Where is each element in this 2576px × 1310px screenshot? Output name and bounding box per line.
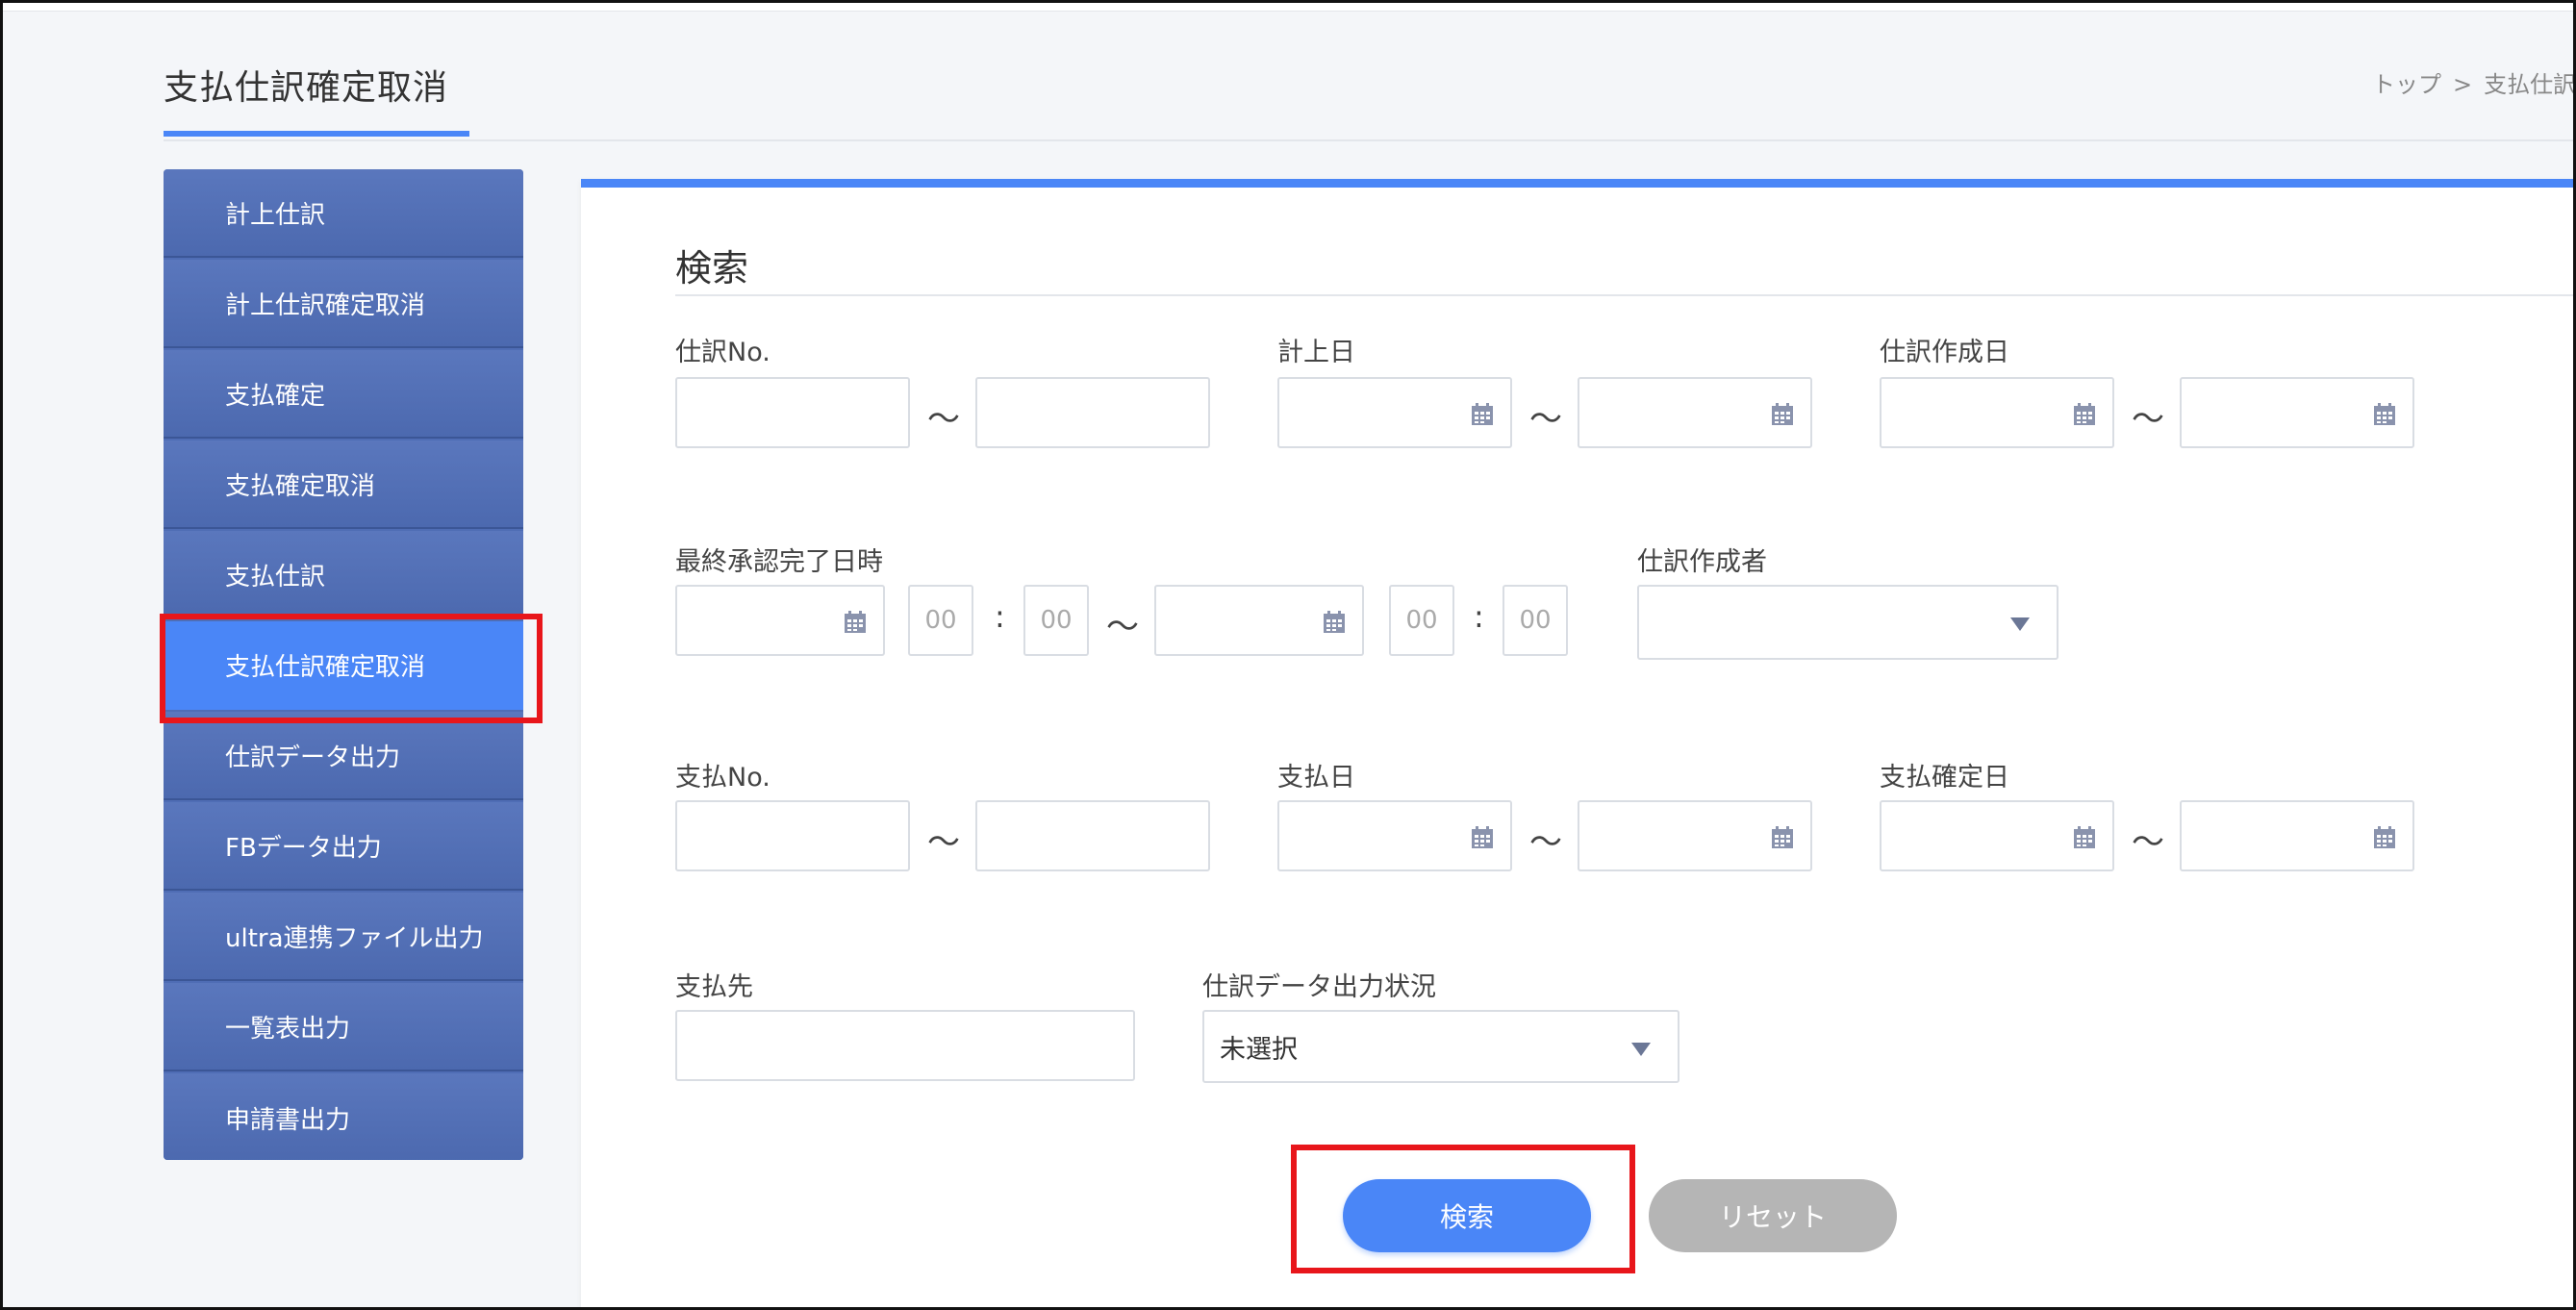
breadcrumb-current: 支払仕訳: [2484, 71, 2576, 98]
calendar-icon[interactable]: [1470, 402, 1495, 427]
sidebar: 計上仕訳 計上仕訳確定取消 支払確定 支払確定取消 支払仕訳 支払仕訳確定取消 …: [164, 169, 523, 1160]
posting-date-label: 計上日: [1277, 338, 1355, 367]
payment-no-label: 支払No.: [675, 763, 770, 793]
final-approval-to-minute-input[interactable]: 00: [1503, 585, 1568, 656]
reset-button[interactable]: リセット: [1649, 1179, 1897, 1252]
search-section-divider: [675, 294, 2576, 296]
final-approval-range-tilde: ～: [1106, 608, 1139, 646]
final-approval-to-date-input[interactable]: [1154, 585, 1364, 656]
breadcrumb-top-link[interactable]: トップ: [2372, 71, 2441, 98]
payment-no-to-input[interactable]: [975, 800, 1210, 871]
journal-no-to-input[interactable]: [975, 377, 1210, 448]
final-approval-from-hour-input[interactable]: 00: [908, 585, 973, 656]
sidebar-item-payment-confirm-cancel[interactable]: 支払確定取消: [164, 441, 523, 529]
posting-date-range-tilde: ～: [1529, 400, 1562, 439]
payment-confirmed-date-from-input[interactable]: [1880, 800, 2114, 871]
journal-output-status-value: 未選択: [1220, 1034, 1298, 1065]
top-strip: [0, 0, 2576, 12]
payee-input[interactable]: [675, 1010, 1135, 1081]
payment-date-to-input[interactable]: [1578, 800, 1812, 871]
journal-output-status-label: 仕訳データ出力状況: [1202, 972, 1436, 1002]
time-colon: :: [995, 598, 1005, 635]
sidebar-item-posting-journal[interactable]: 計上仕訳: [164, 169, 523, 258]
header-divider: [164, 139, 2576, 141]
final-approval-label: 最終承認完了日時: [675, 547, 883, 577]
breadcrumb-separator: >: [2453, 71, 2473, 98]
payment-date-range-tilde: ～: [1529, 823, 1562, 862]
chevron-down-icon: [2010, 617, 2030, 631]
final-approval-from-minute-input[interactable]: 00: [1023, 585, 1089, 656]
journal-creator-label: 仕訳作成者: [1637, 547, 1767, 577]
search-button[interactable]: 検索: [1343, 1179, 1591, 1252]
page-title: 支払仕訳確定取消: [164, 68, 449, 108]
sidebar-item-journal-data-output[interactable]: 仕訳データ出力: [164, 712, 523, 800]
final-approval-from-date-input[interactable]: [675, 585, 885, 656]
posting-date-to-input[interactable]: [1578, 377, 1812, 448]
journal-creator-select[interactable]: [1637, 585, 2058, 660]
payment-confirmed-date-range-tilde: ～: [2132, 823, 2164, 862]
chevron-down-icon: [1631, 1043, 1651, 1056]
sidebar-item-payment-confirm[interactable]: 支払確定: [164, 350, 523, 439]
journal-no-label: 仕訳No.: [675, 338, 770, 367]
calendar-icon[interactable]: [2372, 402, 2397, 427]
final-approval-to-hour-input[interactable]: 00: [1389, 585, 1454, 656]
calendar-icon[interactable]: [843, 610, 868, 635]
journal-created-date-range-tilde: ～: [2132, 400, 2164, 439]
calendar-icon[interactable]: [2072, 825, 2097, 850]
journal-created-date-to-input[interactable]: [2180, 377, 2414, 448]
calendar-icon[interactable]: [1770, 825, 1795, 850]
payment-date-label: 支払日: [1277, 763, 1355, 793]
sidebar-item-application-output[interactable]: 申請書出力: [164, 1073, 523, 1160]
payment-date-from-input[interactable]: [1277, 800, 1512, 871]
payment-no-from-input[interactable]: [675, 800, 910, 871]
sidebar-item-ultra-file-output[interactable]: ultra連携ファイル出力: [164, 893, 523, 981]
calendar-icon[interactable]: [2072, 402, 2097, 427]
search-section-title: 検索: [675, 247, 749, 290]
sidebar-item-payment-journal[interactable]: 支払仕訳: [164, 531, 523, 619]
sidebar-item-payment-journal-cancel[interactable]: 支払仕訳確定取消: [164, 621, 523, 710]
breadcrumb: トップ > 支払仕訳: [2372, 65, 2576, 99]
journal-no-from-input[interactable]: [675, 377, 910, 448]
calendar-icon[interactable]: [1322, 610, 1347, 635]
payee-label: 支払先: [675, 972, 753, 1002]
calendar-icon[interactable]: [2372, 825, 2397, 850]
journal-created-date-label: 仕訳作成日: [1880, 338, 2009, 367]
time-colon: :: [1474, 598, 1484, 635]
calendar-icon[interactable]: [1470, 825, 1495, 850]
journal-output-status-select[interactable]: 未選択: [1202, 1010, 1679, 1083]
journal-no-range-tilde: ～: [927, 400, 960, 439]
sidebar-item-fb-data-output[interactable]: FBデータ出力: [164, 802, 523, 891]
payment-no-range-tilde: ～: [927, 823, 960, 862]
search-panel: [581, 179, 2576, 1310]
journal-created-date-from-input[interactable]: [1880, 377, 2114, 448]
sidebar-item-list-output[interactable]: 一覧表出力: [164, 983, 523, 1071]
payment-confirmed-date-to-input[interactable]: [2180, 800, 2414, 871]
title-underline: [164, 131, 469, 137]
payment-confirmed-date-label: 支払確定日: [1880, 763, 2009, 793]
posting-date-from-input[interactable]: [1277, 377, 1512, 448]
calendar-icon[interactable]: [1770, 402, 1795, 427]
sidebar-item-posting-journal-cancel[interactable]: 計上仕訳確定取消: [164, 260, 523, 348]
